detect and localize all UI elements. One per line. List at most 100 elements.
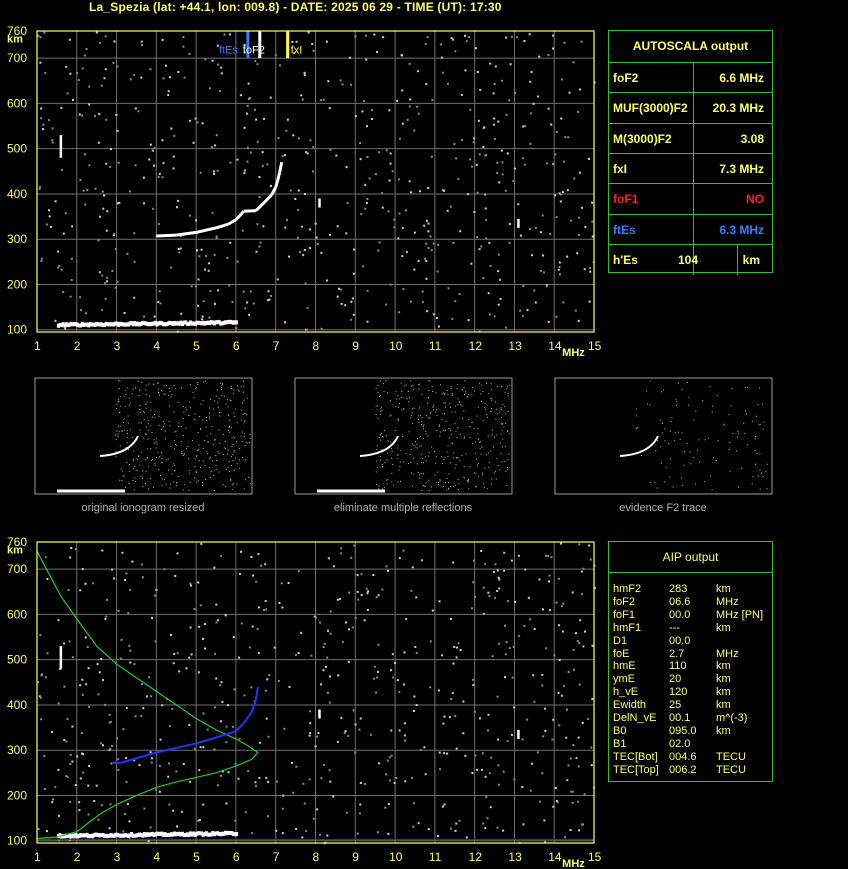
- noise-point: [189, 780, 192, 783]
- noise-point: [489, 264, 492, 267]
- thumb-noise: [142, 486, 144, 488]
- noise-point: [241, 229, 244, 232]
- noise-point: [79, 296, 82, 299]
- noise-point: [217, 784, 220, 787]
- noise-point: [496, 172, 499, 174]
- thumb-noise: [507, 430, 509, 432]
- thumb-noise: [231, 445, 233, 447]
- thumb-noise: [212, 444, 214, 446]
- marker-fxi-label: fxI: [291, 45, 303, 57]
- thumb-noise: [385, 479, 387, 481]
- noise-point: [51, 127, 54, 130]
- noise-point: [390, 729, 393, 732]
- noise-point: [161, 176, 164, 179]
- noise-point: [149, 751, 152, 754]
- thumb-noise: [421, 489, 423, 491]
- thumb-noise: [159, 456, 161, 458]
- noise-point: [121, 551, 124, 554]
- noise-point: [40, 718, 42, 721]
- noise-point: [410, 589, 413, 592]
- thumb-noise: [755, 436, 757, 437]
- noise-point: [501, 173, 504, 176]
- thumb-noise: [209, 457, 211, 459]
- noise-point: [542, 254, 545, 257]
- noise-point: [332, 795, 335, 798]
- noise-point: [154, 640, 157, 643]
- thumb-noise: [120, 405, 122, 407]
- noise-point: [533, 700, 536, 703]
- noise-point: [510, 35, 513, 38]
- thumb-noise: [695, 410, 697, 412]
- thumb-noise: [454, 423, 456, 425]
- ionogram-bottom: 1002003004005006007007601 2 3 4 5 6 7 8 9 10 11 12 1…: [7, 535, 602, 869]
- noise-point: [40, 674, 43, 677]
- noise-point: [481, 752, 484, 755]
- thumb-noise: [428, 455, 430, 457]
- noise-point: [292, 134, 295, 137]
- thumb-noise: [405, 384, 407, 386]
- noise-point: [360, 212, 363, 215]
- noise-point: [103, 282, 106, 285]
- thumb-noise: [421, 424, 422, 425]
- noise-point: [146, 695, 148, 698]
- noise-point: [431, 99, 434, 102]
- noise-point: [108, 827, 111, 830]
- noise-point: [178, 670, 181, 673]
- thumb-noise: [147, 438, 149, 440]
- thumb-noise: [454, 411, 456, 413]
- thumb-noise: [185, 407, 187, 409]
- thumb-noise: [210, 471, 212, 473]
- thumbnail-caption: evidence F2 trace: [619, 502, 706, 514]
- thumb-noise: [163, 420, 165, 422]
- noise-point: [488, 313, 491, 316]
- aip-unit: TECU: [716, 763, 746, 776]
- thumb-noise: [247, 442, 249, 444]
- x-tick-label: 2: [74, 850, 81, 864]
- noise-point: [572, 61, 575, 64]
- noise-point: [246, 104, 249, 107]
- thumb-noise: [468, 480, 470, 482]
- noise-point: [316, 243, 319, 245]
- thumb-noise: [491, 398, 493, 400]
- noise-point: [490, 756, 493, 759]
- noise-point: [485, 219, 488, 222]
- x-tick-label: 8: [313, 339, 320, 353]
- noise-point: [64, 212, 67, 215]
- noise-point: [137, 110, 140, 113]
- thumb-noise: [687, 381, 688, 383]
- noise-point: [509, 63, 512, 66]
- noise-point: [425, 83, 428, 86]
- thumb-noise: [209, 418, 211, 420]
- thumb-noise: [218, 452, 220, 454]
- noise-point: [109, 165, 112, 168]
- noise-point: [81, 568, 84, 571]
- aip-param: foF1: [613, 608, 636, 621]
- noise-point: [373, 665, 376, 668]
- noise-point: [264, 600, 267, 603]
- noise-point: [133, 663, 136, 666]
- aip-param: ymE: [613, 673, 635, 686]
- noise-point: [77, 79, 80, 81]
- aip-row: Ewidth 25 km: [613, 699, 773, 712]
- noise-point: [109, 803, 112, 806]
- thumb-noise: [118, 388, 120, 389]
- noise-point: [131, 560, 134, 563]
- noise-point: [129, 190, 131, 193]
- thumb-noise: [475, 473, 477, 475]
- thumb-noise: [704, 481, 706, 483]
- thumb-noise: [501, 423, 503, 424]
- thumb-noise: [493, 472, 495, 474]
- noise-point: [39, 36, 42, 39]
- thumb-noise: [450, 433, 452, 435]
- aip-divider: [609, 572, 772, 573]
- thumb-noise: [490, 397, 491, 399]
- noise-point: [417, 70, 419, 73]
- noise-point: [211, 59, 214, 62]
- thumb-noise: [397, 454, 398, 456]
- noise-point: [514, 601, 516, 603]
- thumb-noise: [126, 442, 128, 444]
- noise-point: [294, 654, 297, 657]
- aip-row: TEC[Top] 006.2 TECU: [613, 764, 773, 777]
- noise-point: [66, 718, 69, 720]
- noise-point: [257, 651, 260, 654]
